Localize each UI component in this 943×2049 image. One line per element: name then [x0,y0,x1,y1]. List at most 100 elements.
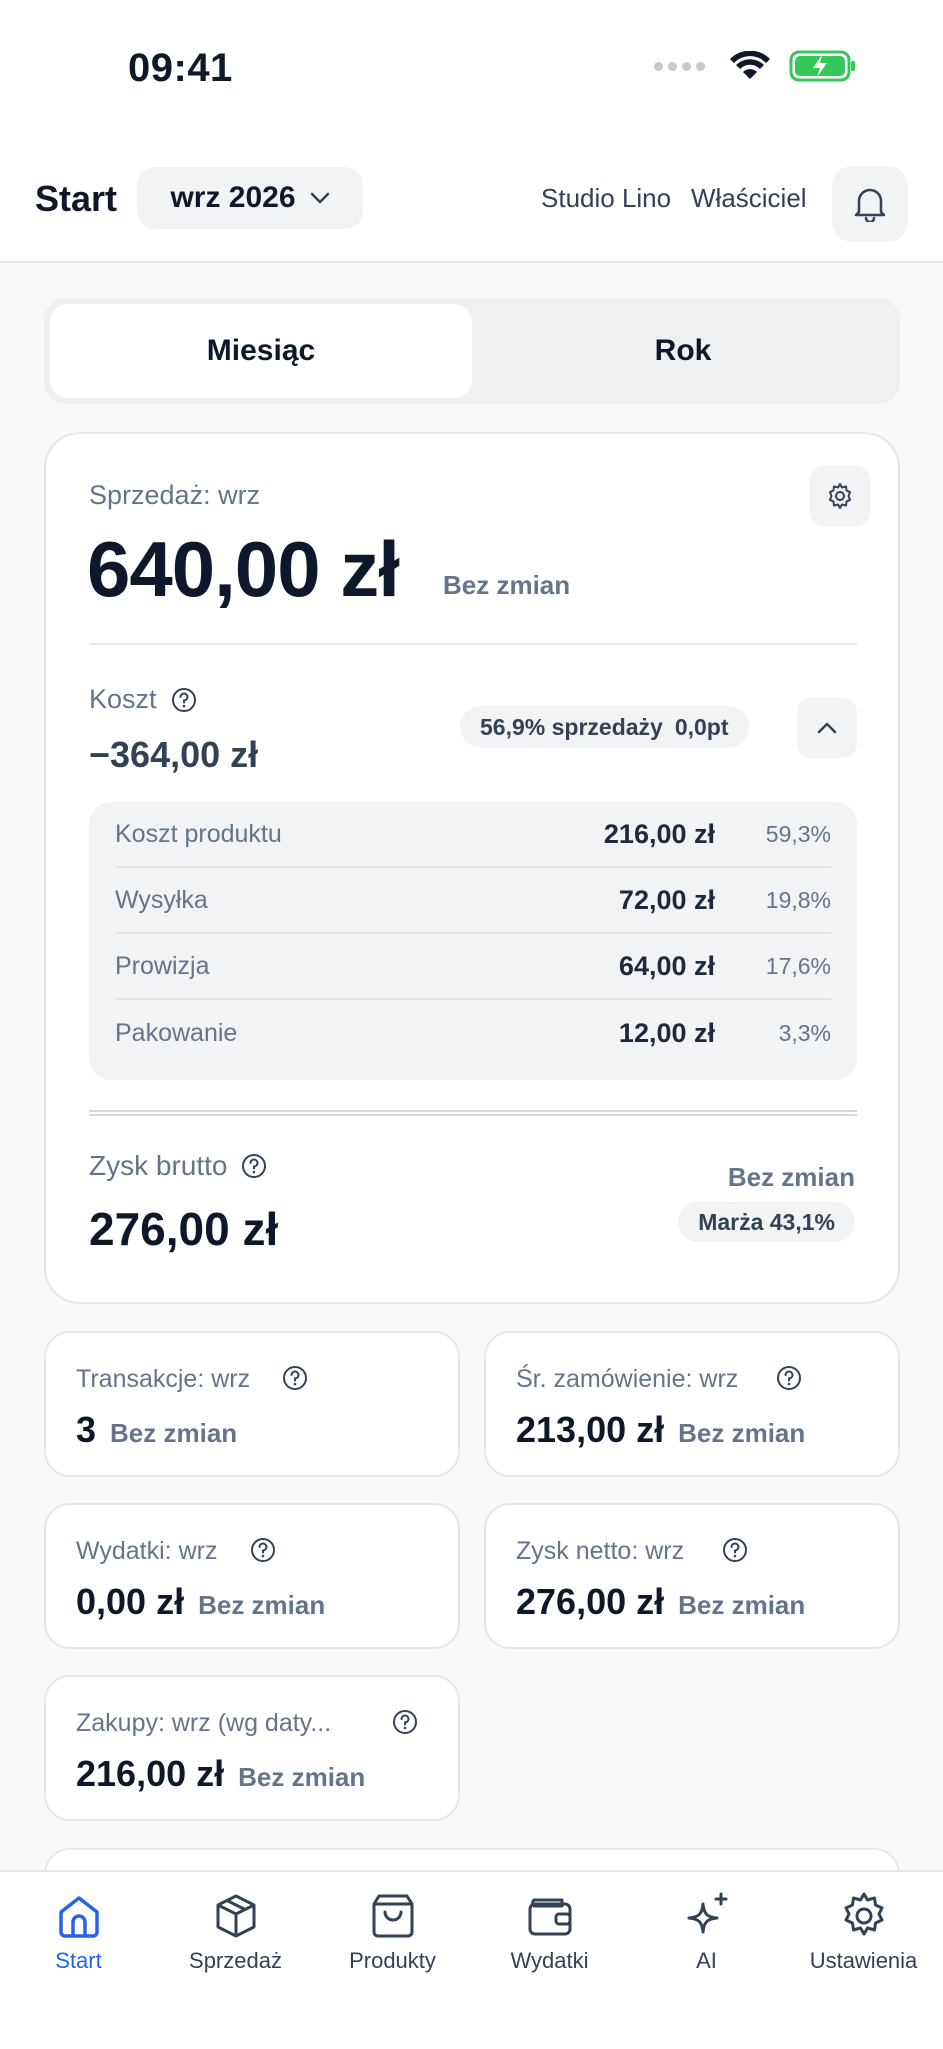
gross-profit-change: Bez zmian [727,1162,855,1192]
cost-delta: 0,0pt [674,713,729,740]
cost-row-amount: 72,00 zł [618,884,715,915]
shopping-bag-icon [372,1894,413,1938]
table-row: Wysyłka 72,00 zł 19,8% [115,868,831,934]
cost-row-amount: 12,00 zł [618,1017,715,1048]
period-segment: Miesiąc Rok [44,298,900,404]
stat-card-avg-order[interactable]: Śr. zamówienie: wrz 213,00 zł Bez zmian [484,1331,900,1477]
cost-row-name: Koszt produktu [115,819,282,848]
margin-badge: Marża 43,1% [678,1202,855,1242]
cost-breakdown-table: Koszt produktu 216,00 zł 59,3% Wysyłka 7… [89,802,857,1080]
cost-label-text: Koszt [89,684,157,714]
table-row: Pakowanie 12,00 zł 3,3% [115,1000,831,1066]
divider [89,1110,857,1116]
cost-share: 56,9% sprzedaży [480,713,663,740]
tab-year[interactable]: Rok [472,304,894,398]
gross-profit-value: 276,00 zł [89,1203,279,1255]
sales-summary-card: Sprzedaż: wrz 640,00 zł Bez zmian Koszt … [44,432,900,1304]
stat-value: 0,00 zł [76,1581,185,1622]
status-time: 09:41 [128,46,233,90]
cellular-signal-icon [654,61,705,71]
sales-change: Bez zmian [443,570,571,600]
tab-label: Produkty [349,1948,436,1973]
stat-label: Zakupy: wrz (wg daty... [76,1709,332,1737]
sales-value: 640,00 zł [87,525,400,613]
tab-month[interactable]: Miesiąc [50,304,472,398]
help-icon[interactable] [241,1153,267,1179]
help-icon[interactable] [250,1537,276,1563]
help-icon[interactable] [776,1365,802,1391]
gear-icon [829,483,851,509]
cost-value: −364,00 zł [89,734,259,775]
stat-change: Bez zmian [678,1590,806,1620]
stat-label: Śr. zamówienie: wrz [516,1365,739,1393]
tab-label: AI [696,1948,717,1973]
stat-card-expenses[interactable]: Wydatki: wrz 0,00 zł Bez zmian [44,1503,460,1649]
table-row: Prowizja 64,00 zł 17,6% [115,934,831,1000]
tab-expenses[interactable]: Wydatki [471,1890,628,1974]
help-icon[interactable] [282,1365,308,1391]
stat-value: 213,00 zł [516,1409,665,1450]
status-icons [654,50,857,82]
stat-change: Bez zmian [110,1418,238,1448]
collapse-cost-button[interactable] [797,698,857,758]
cost-share-badge: 56,9% sprzedaży 0,0pt [460,706,749,748]
tab-ai[interactable]: AI [628,1890,785,1974]
cost-row-percent: 59,3% [765,820,831,847]
stat-value: 3 [76,1409,97,1450]
page-title: Start [35,178,118,219]
stat-label: Transakcje: wrz [76,1365,251,1393]
cost-row-amount: 216,00 zł [603,818,715,849]
cost-row-name: Prowizja [115,951,210,980]
home-icon [58,1896,99,1938]
tab-label: Ustawienia [809,1948,918,1973]
cost-row-name: Pakowanie [115,1018,238,1047]
sparkles-icon [687,1892,727,1934]
chevron-up-icon [817,722,837,734]
cost-row-percent: 19,8% [765,886,831,913]
box-icon [216,1894,255,1938]
tab-products[interactable]: Produkty [314,1890,471,1974]
user-role: Właściciel [691,183,807,213]
notifications-button[interactable] [832,166,908,242]
cost-row-percent: 17,6% [765,952,831,979]
stat-value: 216,00 zł [76,1753,225,1794]
stat-card-net-profit[interactable]: Zysk netto: wrz 276,00 zł Bez zmian [484,1503,900,1649]
period-picker[interactable]: wrz 2026 [137,167,363,229]
cost-row-percent: 3,3% [778,1019,831,1046]
gross-profit-label-text: Zysk brutto [89,1150,228,1181]
stat-value: 276,00 zł [516,1581,665,1622]
tab-label: Wydatki [510,1948,589,1973]
help-icon[interactable] [171,687,197,713]
help-icon[interactable] [392,1709,418,1735]
help-icon[interactable] [722,1537,748,1563]
cost-row-name: Wysyłka [115,885,208,914]
chevron-down-icon [310,192,329,204]
stat-card-transactions[interactable]: Transakcje: wrz 3 Bez zmian [44,1331,460,1477]
cost-row-amount: 64,00 zł [618,950,715,981]
bottom-tab-bar: Start Sprzedaż Produkty Wydatki AI Ustaw… [0,1870,943,2049]
status-bar: 09:41 [0,0,943,140]
card-settings-button[interactable] [810,466,870,526]
cost-label: Koszt [89,684,197,715]
tab-start[interactable]: Start [0,1890,157,1974]
gear-icon [844,1892,883,1936]
wifi-icon [730,51,770,79]
bell-icon [854,188,886,222]
wallet-icon [528,1898,571,1936]
studio-name: Studio Lino [541,183,672,213]
stat-label: Wydatki: wrz [76,1537,218,1565]
period-label: wrz 2026 [170,181,296,214]
sales-label: Sprzedaż: wrz [89,480,261,510]
stat-change: Bez zmian [678,1418,806,1448]
tab-sales[interactable]: Sprzedaż [157,1890,314,1974]
stat-change: Bez zmian [238,1762,366,1792]
tab-settings[interactable]: Ustawienia [785,1890,942,1974]
app-header: Start wrz 2026 Studio Lino Właściciel [0,140,943,263]
stat-card-purchases[interactable]: Zakupy: wrz (wg daty... 216,00 zł Bez zm… [44,1675,460,1821]
tab-label: Start [55,1948,102,1973]
gross-profit-label: Zysk brutto [89,1150,267,1182]
stat-change: Bez zmian [198,1590,326,1620]
tab-label: Sprzedaż [189,1948,282,1973]
divider [89,643,857,645]
table-row: Koszt produktu 216,00 zł 59,3% [115,802,831,868]
